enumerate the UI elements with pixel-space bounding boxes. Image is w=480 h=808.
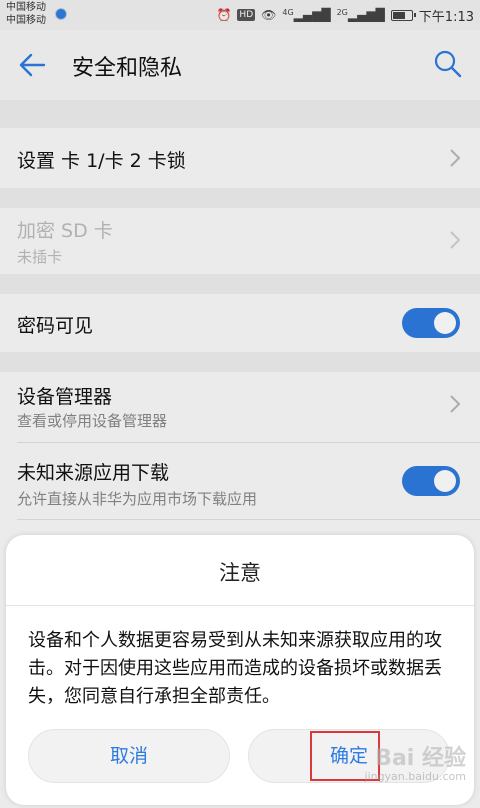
dialog-message: 设备和个人数据更容易受到从未知来源获取应用的攻击。对于因使用这些应用而造成的设备… — [28, 630, 442, 707]
watermark-sub: jingyan.baidu.com — [364, 770, 466, 783]
cancel-button[interactable]: 取消 — [28, 729, 230, 783]
dialog-title: 注意 — [219, 561, 261, 585]
dialog-divider — [6, 605, 474, 606]
watermark: Bai 经验 — [375, 746, 466, 771]
